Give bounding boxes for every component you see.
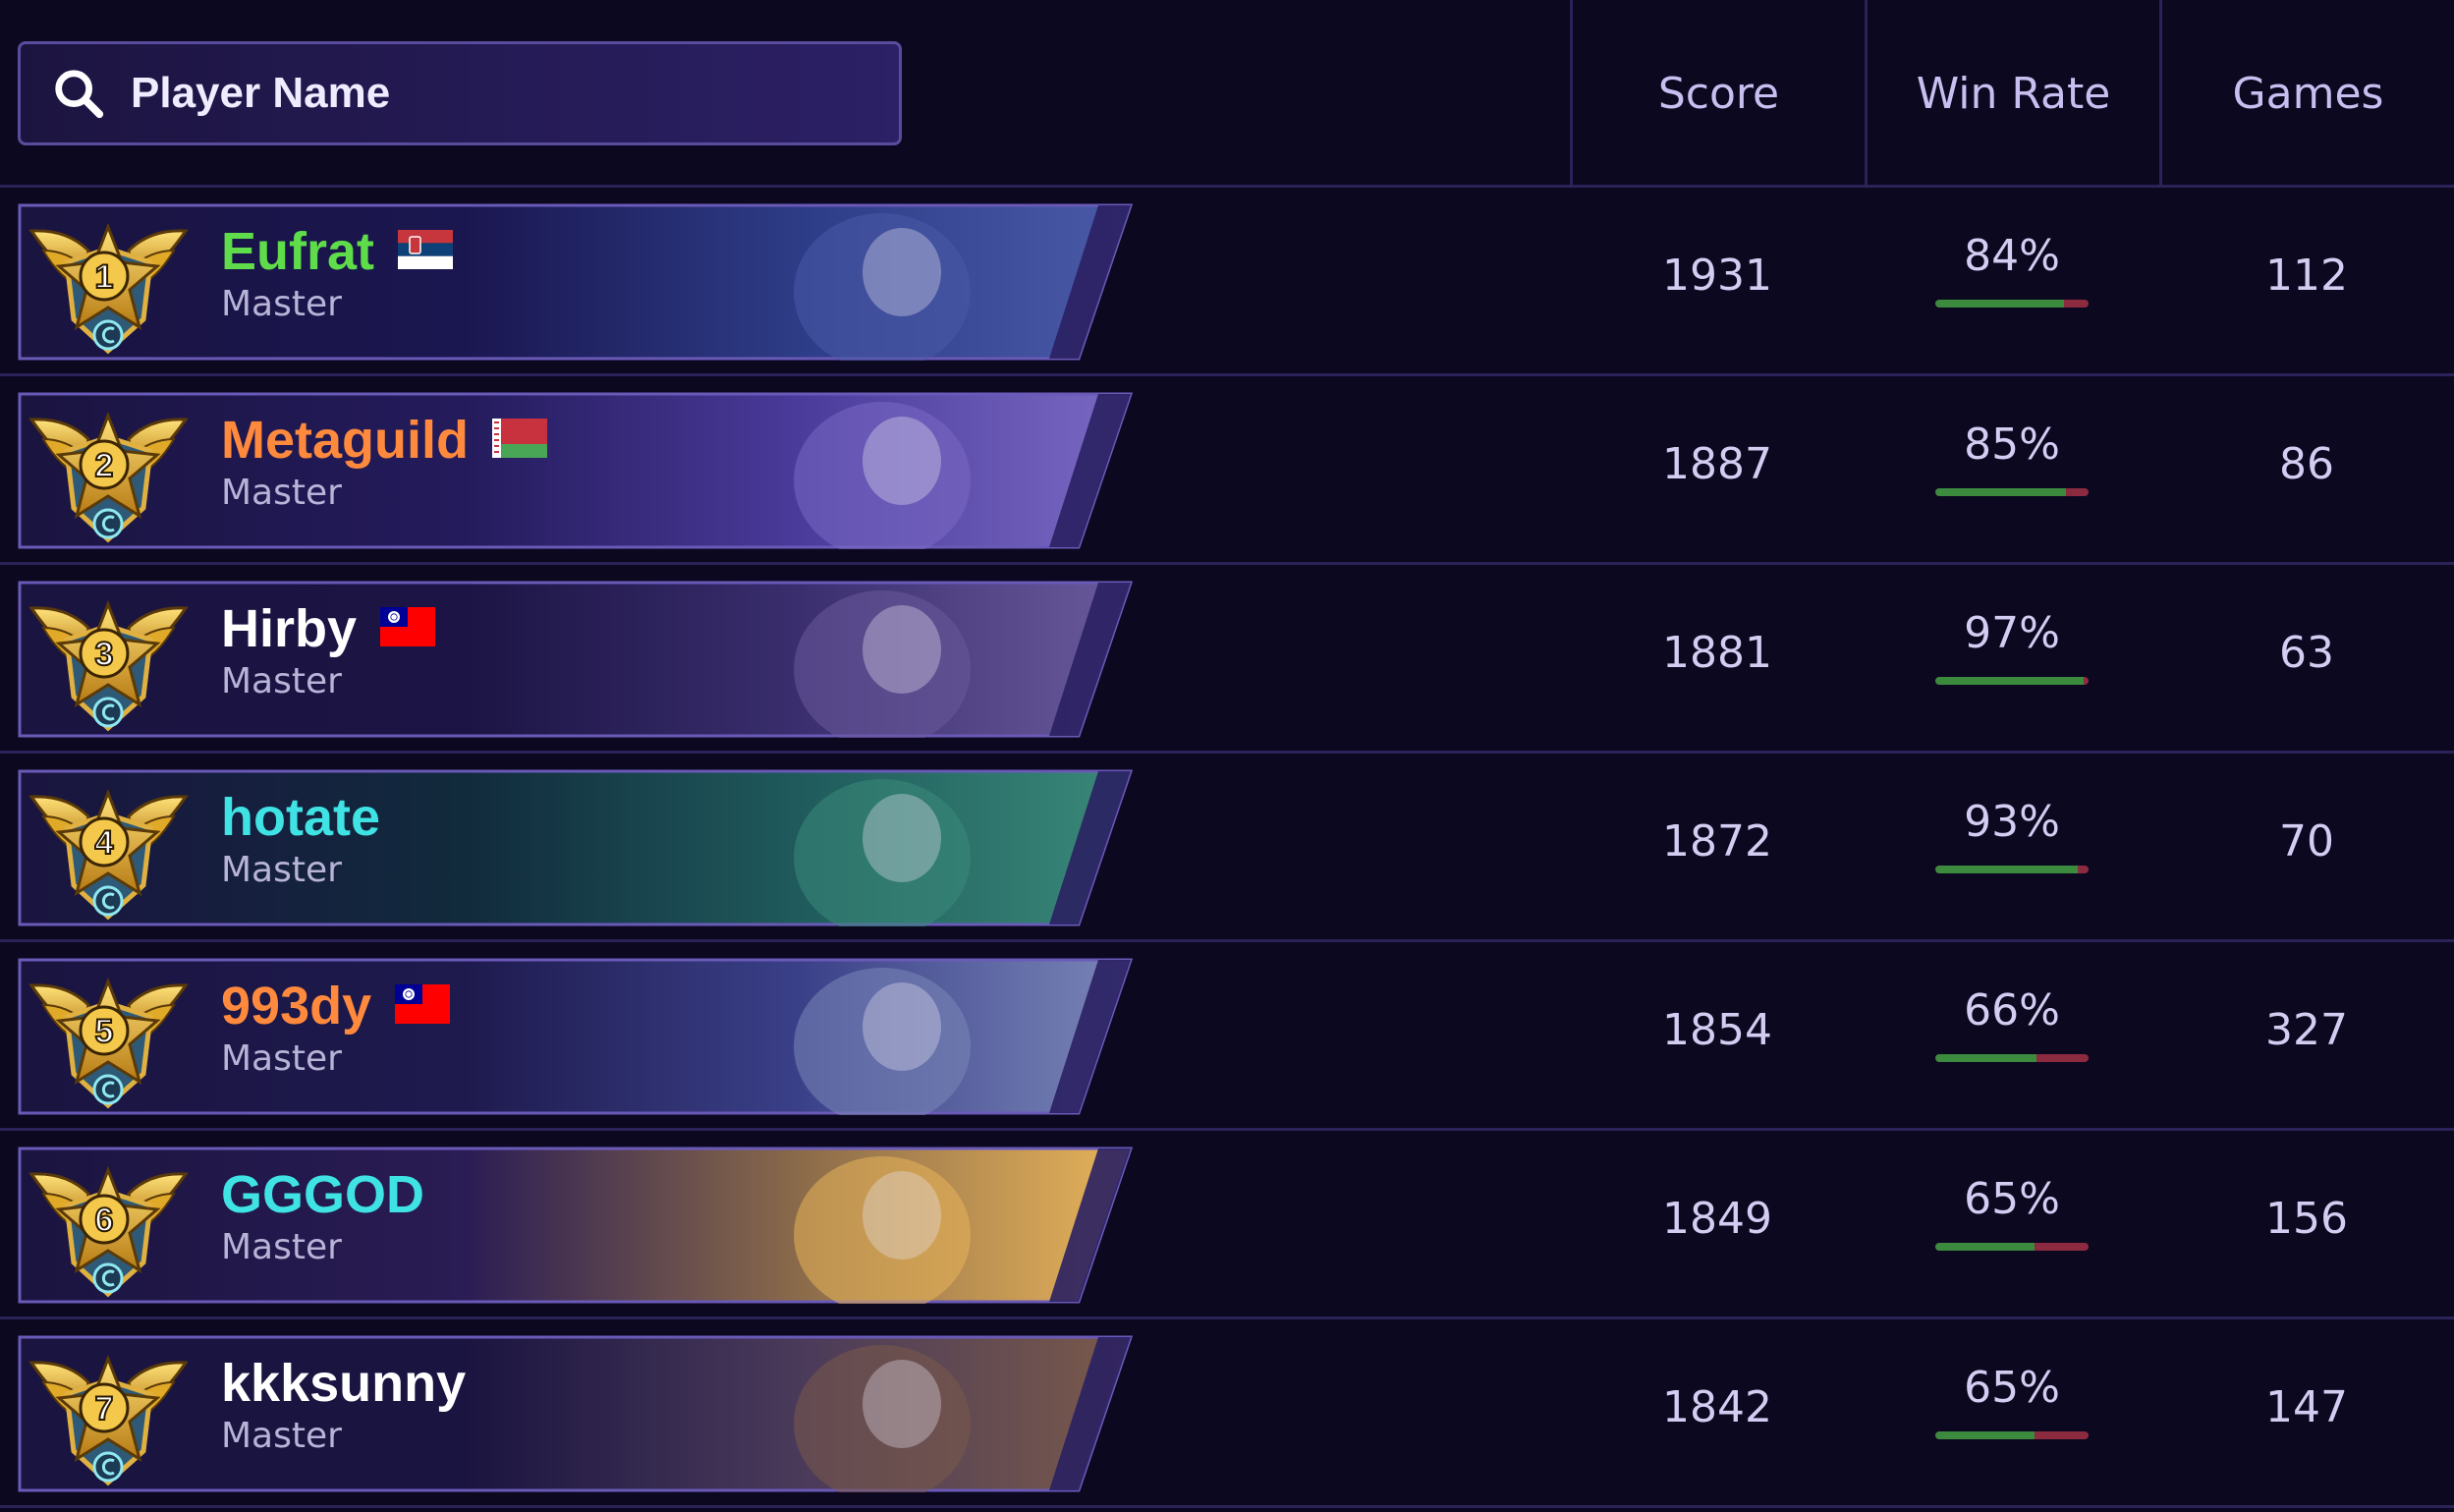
rank-number: 3 (95, 636, 114, 673)
win-rate-bar (1935, 1054, 2089, 1062)
rank-number: 4 (95, 824, 114, 862)
rank-badge: 3 (79, 628, 130, 679)
player-score: 1849 (1662, 1194, 1772, 1244)
player-name[interactable]: Metaguild (221, 410, 469, 471)
player-name-line: Eufrat (221, 221, 454, 282)
taiwan-flag-icon (395, 976, 451, 1036)
column-header-games[interactable]: Games (2159, 0, 2454, 188)
rank-badge: 7 (79, 1382, 130, 1433)
belarus-flag-icon (492, 410, 547, 471)
leaderboard-header: Score Win Rate Games (0, 0, 2454, 188)
taiwan-flag-icon (380, 598, 436, 659)
player-tier: Master (221, 1227, 342, 1267)
win-rate-bar-fill (1935, 1431, 2036, 1439)
player-score: 1881 (1662, 628, 1772, 678)
player-name-line: Metaguild (221, 410, 547, 471)
player-name-line: 993dy (221, 976, 451, 1036)
leaderboard-row[interactable]: 5 993dy Master 1854 66% 327 (0, 942, 2454, 1131)
rank-badge: 5 (79, 1005, 130, 1056)
leaderboard-row[interactable]: 1 Eufrat Master 1931 84% 112 (0, 188, 2454, 376)
player-name[interactable]: Eufrat (221, 221, 374, 282)
leaderboard-row[interactable]: 2 Metaguild Master 1887 85% 86 (0, 376, 2454, 565)
rank-number: 2 (95, 447, 114, 484)
player-score: 1854 (1662, 1005, 1772, 1055)
leaderboard-row[interactable]: 4 hotate Master 1872 93% 70 (0, 754, 2454, 942)
win-rate-bar-fill (1935, 488, 2066, 496)
player-name-line: Hirby (221, 598, 436, 659)
player-name-line: kkksunny (221, 1353, 466, 1414)
player-banner[interactable]: 6 GGGOD Master (18, 1147, 1133, 1304)
player-games: 156 (2265, 1194, 2348, 1244)
win-rate-bar-fill (1935, 300, 2065, 308)
player-tier: Master (221, 473, 342, 513)
rank-number: 7 (95, 1390, 114, 1428)
player-tier: Master (221, 850, 342, 890)
player-name[interactable]: GGGOD (221, 1164, 424, 1225)
column-header-win-rate[interactable]: Win Rate (1865, 0, 2159, 188)
player-tier: Master (221, 1416, 342, 1456)
player-score: 1872 (1662, 816, 1772, 867)
player-score: 1887 (1662, 439, 1772, 489)
win-rate-bar (1935, 1243, 2089, 1251)
player-win-rate: 93% (1964, 797, 2060, 847)
player-games: 63 (2279, 628, 2334, 678)
player-banner[interactable]: 5 993dy Master (18, 958, 1133, 1115)
player-tier: Master (221, 284, 342, 324)
player-win-rate: 85% (1964, 420, 2060, 470)
rank-badge: 6 (79, 1194, 130, 1245)
player-name-line: hotate (221, 787, 380, 848)
player-name[interactable]: 993dy (221, 976, 371, 1036)
player-name[interactable]: hotate (221, 787, 380, 848)
rank-number: 1 (95, 258, 114, 296)
leaderboard-row[interactable]: 3 Hirby Master 1881 97% 63 (0, 565, 2454, 754)
player-win-rate: 66% (1964, 985, 2060, 1036)
player-banner[interactable]: 1 Eufrat Master (18, 203, 1133, 361)
win-rate-bar (1935, 1431, 2089, 1439)
player-games: 327 (2265, 1005, 2348, 1055)
player-win-rate: 65% (1964, 1363, 2060, 1413)
win-rate-bar-fill (1935, 1054, 2036, 1062)
player-games: 86 (2279, 439, 2334, 489)
win-rate-bar (1935, 866, 2089, 873)
player-banner[interactable]: 2 Metaguild Master (18, 392, 1133, 549)
player-banner[interactable]: 7 kkksunny Master (18, 1335, 1133, 1492)
leaderboard-row[interactable]: 6 GGGOD Master 1849 65% 156 (0, 1131, 2454, 1319)
player-tier: Master (221, 661, 342, 701)
rank-badge: 1 (79, 251, 130, 302)
win-rate-bar-fill (1935, 866, 2079, 873)
win-rate-bar-fill (1935, 1243, 2036, 1251)
search-icon (55, 70, 104, 119)
player-win-rate: 84% (1964, 231, 2060, 281)
leaderboard-row[interactable]: 7 kkksunny Master 1842 65% 147 (0, 1319, 2454, 1508)
player-search-box[interactable] (18, 41, 902, 145)
player-tier: Master (221, 1038, 342, 1079)
rank-badge: 2 (79, 439, 130, 490)
player-win-rate: 65% (1964, 1174, 2060, 1224)
player-search-input[interactable] (129, 53, 879, 134)
player-name[interactable]: kkksunny (221, 1353, 466, 1414)
win-rate-bar (1935, 488, 2089, 496)
player-games: 112 (2265, 251, 2348, 301)
player-banner[interactable]: 3 Hirby Master (18, 581, 1133, 738)
player-score: 1931 (1662, 251, 1772, 301)
player-games: 147 (2265, 1382, 2348, 1432)
win-rate-bar (1935, 300, 2089, 308)
rank-badge: 4 (79, 816, 130, 868)
player-banner[interactable]: 4 hotate Master (18, 769, 1133, 926)
player-win-rate: 97% (1964, 608, 2060, 658)
win-rate-bar (1935, 677, 2089, 685)
leaderboard: Score Win Rate Games 1EufratMaster193184… (0, 0, 2454, 1512)
player-name-line: GGGOD (221, 1164, 424, 1225)
serbia-flag-icon (398, 221, 454, 282)
column-header-score[interactable]: Score (1570, 0, 1865, 188)
player-games: 70 (2279, 816, 2334, 867)
win-rate-bar-fill (1935, 677, 2085, 685)
player-name[interactable]: Hirby (221, 598, 357, 659)
rank-number: 6 (95, 1202, 114, 1239)
rank-number: 5 (95, 1013, 114, 1050)
player-score: 1842 (1662, 1382, 1772, 1432)
